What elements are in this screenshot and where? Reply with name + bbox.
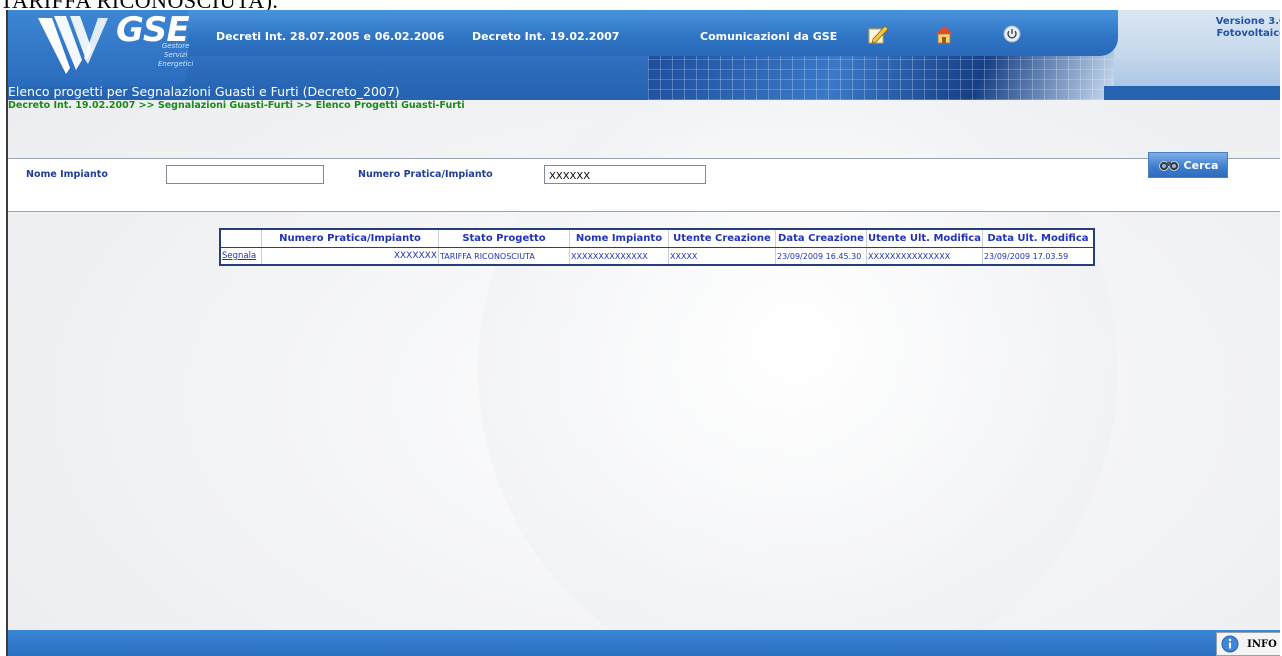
column-header-numero-pratica[interactable]: Numero Pratica/Impianto xyxy=(261,229,439,248)
cerca-button[interactable]: Cerca xyxy=(1148,152,1228,178)
results-table: Numero Pratica/Impianto Stato Progetto N… xyxy=(219,228,1095,266)
column-header-data-creazione[interactable]: Data Creazione xyxy=(775,229,867,248)
segnala-link[interactable]: Segnala xyxy=(220,248,262,266)
document-caption: TARIFFA RICONOSCIUTA). xyxy=(0,0,279,13)
application-window: GSE Gestore Servizi Energetici Decreti I… xyxy=(6,10,1280,656)
binoculars-icon xyxy=(1158,161,1179,171)
numero-pratica-input[interactable] xyxy=(544,165,706,184)
version-info: Versione 3.0 Fotovoltaico xyxy=(1215,16,1280,39)
nav-link-decreti-2005[interactable]: Decreti Int. 28.07.2005 e 06.02.2006 xyxy=(216,30,444,43)
column-header-utente-creazione[interactable]: Utente Creazione xyxy=(668,229,776,248)
cerca-label: Cerca xyxy=(1183,158,1219,172)
home-icon[interactable] xyxy=(932,22,956,46)
info-label: INFO xyxy=(1247,638,1277,650)
gse-logo-swoosh-icon xyxy=(38,16,108,74)
nome-impianto-label: Nome Impianto xyxy=(26,169,108,180)
logo-subtitle: Gestore Servizi Energetici xyxy=(158,42,194,68)
cell-utente-ult-modifica: XXXXXXXXXXXXXXX xyxy=(866,247,983,265)
cell-stato-progetto: TARIFFA RICONOSCIUTA xyxy=(438,247,570,265)
column-header-data-ult-modifica[interactable]: Data Ult. Modifica xyxy=(981,229,1094,248)
nav-link-comunicazioni[interactable]: Comunicazioni da GSE xyxy=(700,30,837,43)
edit-icon[interactable] xyxy=(866,22,890,46)
cell-nome-impianto: XXXXXXXXXXXXXX xyxy=(569,247,669,265)
breadcrumb: Decreto Int. 19.02.2007 >> Segnalazioni … xyxy=(8,100,465,111)
solar-panels-banner xyxy=(648,50,1118,100)
column-header-stato-progetto[interactable]: Stato Progetto xyxy=(438,229,570,248)
footer-bar: INFO xyxy=(8,630,1280,656)
segnala-link-text[interactable]: Segnala xyxy=(222,251,256,261)
page-title: Elenco progetti per Segnalazioni Guasti … xyxy=(8,84,400,99)
power-icon[interactable] xyxy=(1000,22,1024,46)
cell-data-ult-modifica: 23/09/2009 17.03.59 xyxy=(981,247,1094,265)
info-icon xyxy=(1221,635,1239,653)
gse-logo: GSE Gestore Servizi Energetici xyxy=(36,10,193,84)
nav-link-decreto-2007[interactable]: Decreto Int. 19.02.2007 xyxy=(472,30,619,43)
column-header-action xyxy=(220,229,262,248)
nome-impianto-input[interactable] xyxy=(166,165,324,184)
column-header-nome-impianto[interactable]: Nome Impianto xyxy=(569,229,669,248)
column-header-utente-ult-modifica[interactable]: Utente Ult. Modifica xyxy=(866,229,983,248)
cell-data-creazione: 23/09/2009 16.45.30 xyxy=(775,247,867,265)
numero-pratica-label: Numero Pratica/Impianto xyxy=(358,169,493,180)
table-header-row: Numero Pratica/Impianto Stato Progetto N… xyxy=(220,229,1094,248)
search-panel: Nome Impianto Numero Pratica/Impianto xyxy=(8,158,1280,212)
cell-utente-creazione: XXXXX xyxy=(668,247,776,265)
table-row: Segnala XXXXXXX TARIFFA RICONOSCIUTA XXX… xyxy=(220,247,1094,266)
cell-numero-pratica: XXXXXXX xyxy=(261,247,439,265)
info-button[interactable]: INFO xyxy=(1216,632,1280,656)
